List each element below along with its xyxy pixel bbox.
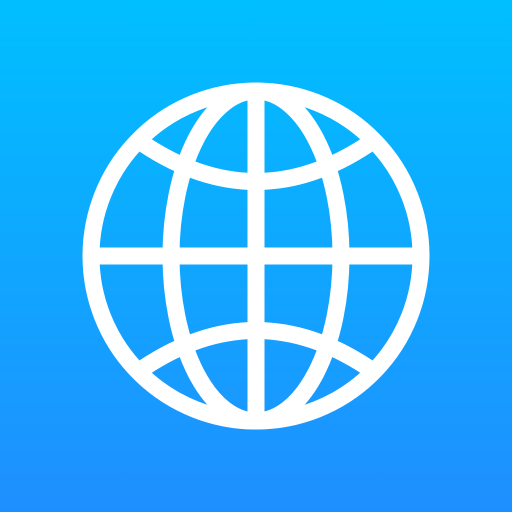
app-icon[interactable] bbox=[0, 0, 512, 512]
globe-icon bbox=[82, 82, 430, 430]
